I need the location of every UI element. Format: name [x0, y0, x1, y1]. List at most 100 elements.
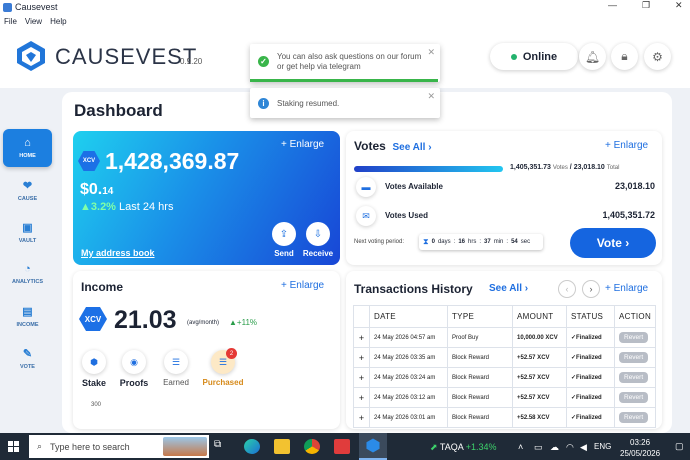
balance-enlarge-button[interactable]: + Enlarge [281, 139, 324, 150]
transactions-table: DATE TYPE AMOUNT STATUS ACTION +24 May 2… [353, 305, 656, 428]
notification-center-icon[interactable]: ▢ [675, 441, 684, 452]
votes-used-value: 1,405,351.72 [602, 210, 655, 220]
revert-button[interactable]: Revert [619, 372, 649, 383]
change-pct: 3.2% [90, 201, 116, 213]
lock-button[interactable]: 🔒︎ [611, 43, 638, 70]
network-icon[interactable]: ▭ [534, 442, 543, 453]
sidebar-item-cause[interactable]: ❤ CAUSE [3, 171, 52, 209]
transactions-see-all-link[interactable]: See All › [489, 283, 528, 294]
sidebar-item-home[interactable]: ⌂ HOME [3, 129, 52, 167]
revert-button[interactable]: Revert [619, 392, 649, 403]
status-label: Finalized [576, 395, 602, 401]
votes-used-label: Votes Used [385, 211, 428, 220]
wifi-icon[interactable]: ◠ [566, 442, 574, 453]
chevron-right-icon: › [428, 142, 432, 153]
total-word: Total [606, 165, 620, 171]
taskbar-search-input[interactable]: ⌕ Type here to search [29, 435, 209, 458]
cell-amount: +52.57 XCV [512, 347, 567, 368]
ticker-change: +1.34% [465, 442, 497, 452]
lock-icon: 🔒︎ [621, 49, 628, 63]
next-page-button[interactable]: › [582, 280, 600, 298]
settings-button[interactable]: ⚙ [644, 43, 671, 70]
status-label: Finalized [576, 375, 602, 381]
votes-value: 1,405,351.73 [510, 164, 551, 171]
expand-row-button[interactable]: + [353, 327, 370, 348]
vote-button[interactable]: Vote › [570, 228, 656, 258]
table-row: +24 May 2026 03:01 am Block Reward +52.58 … [353, 407, 656, 428]
volume-icon[interactable]: ◀ [580, 442, 587, 453]
expand-row-button[interactable]: + [353, 407, 370, 428]
cell-date: 24 May 2026 03:24 am [369, 367, 448, 388]
status-label: Finalized [576, 335, 602, 341]
language-indicator[interactable]: ENG [594, 442, 611, 451]
cloud-icon[interactable]: ☁ [550, 442, 559, 453]
usd-main: $0. [80, 181, 103, 198]
sec-unit: sec [520, 239, 531, 245]
sidebar-item-vote[interactable]: ✎ VOTE [3, 339, 52, 377]
address-book-link[interactable]: My address book [81, 248, 155, 258]
countdown-days: 0 [431, 239, 435, 245]
prev-page-button[interactable]: ‹ [558, 280, 576, 298]
receive-button[interactable]: ⇩ Receive [300, 222, 336, 258]
taskbar-causevest-app[interactable] [359, 433, 387, 460]
see-all-label: See All [392, 142, 426, 153]
page-title: Dashboard [74, 101, 163, 120]
windows-start-icon[interactable] [8, 441, 19, 452]
close-window-button[interactable]: ✕ [675, 0, 683, 11]
file-explorer-icon[interactable] [274, 439, 290, 454]
stock-ticker[interactable]: ⬈ TAQA +1.34% [430, 442, 497, 453]
revert-button[interactable]: Revert [619, 412, 649, 423]
send-button[interactable]: ⇪ Send [266, 222, 302, 258]
votes-see-all-link[interactable]: See All › [392, 142, 431, 153]
sidebar-item-label: CAUSE [17, 195, 38, 202]
menu-file[interactable]: File [4, 17, 17, 26]
close-toast-button[interactable]: ✕ [427, 47, 435, 58]
expand-col-header [353, 305, 370, 328]
causevest-logo [17, 41, 45, 71]
purchased-badge: 2 [226, 348, 237, 359]
sidebar-item-vault[interactable]: ▣ VAULT [3, 213, 52, 251]
countdown-sec: 54 [511, 239, 518, 245]
tab-purchased[interactable]: ☰ Purchased [198, 350, 248, 387]
menu-help[interactable]: Help [50, 17, 66, 26]
hrs-unit: hrs [468, 239, 477, 245]
task-view-icon[interactable]: ⧉ [214, 439, 230, 454]
income-enlarge-button[interactable]: + Enlarge [281, 280, 324, 291]
menu-view[interactable]: View [25, 17, 42, 26]
online-status-button[interactable]: Online [490, 43, 578, 70]
maximize-button[interactable]: ❐ [642, 0, 650, 11]
votes-word: Votes [552, 165, 568, 171]
income-pct: ▲+11% [229, 318, 257, 327]
col-amount: AMOUNT [512, 305, 567, 328]
expand-row-button[interactable]: + [353, 367, 370, 388]
revert-button[interactable]: Revert [619, 332, 649, 343]
tab-earned[interactable]: ☰ Earned [151, 350, 201, 387]
revert-button[interactable]: Revert [619, 352, 649, 363]
tab-earned-label: Earned [163, 378, 189, 387]
votes-enlarge-button[interactable]: + Enlarge [605, 140, 648, 151]
votes-progress-bar [354, 166, 503, 172]
edge-browser-icon[interactable] [244, 439, 260, 454]
expand-row-button[interactable]: + [353, 387, 370, 408]
close-toast-button[interactable]: ✕ [427, 91, 435, 102]
expand-row-button[interactable]: + [353, 347, 370, 368]
transactions-enlarge-button[interactable]: + Enlarge [605, 283, 648, 294]
balance-change: ▲3.2% Last 24 hrs [80, 201, 173, 213]
chart-up-icon: ⬈ [430, 442, 438, 452]
cell-status: ✓Finalized [566, 327, 615, 348]
notifications-button[interactable]: 🔔︎ [579, 43, 606, 70]
change-period: Last 24 hrs [119, 201, 174, 213]
sidebar-item-income[interactable]: ▤ INCOME [3, 297, 52, 335]
cell-date: 24 May 2026 03:12 am [369, 387, 448, 408]
income-unit: (avg/month) [187, 320, 220, 326]
sidebar-item-analytics[interactable]: ◔ ANALYTICS [3, 255, 52, 293]
chrome-browser-icon[interactable] [304, 439, 320, 454]
search-highlight-image [163, 437, 207, 456]
cell-action: Revert [614, 407, 656, 428]
cause-icon: ❤ [22, 179, 33, 192]
app-red-icon[interactable] [334, 439, 350, 454]
taskbar-clock[interactable]: 03:26 25/05/2026 [620, 437, 660, 459]
countdown-hrs: 16 [458, 239, 466, 245]
minimize-button[interactable]: — [608, 0, 617, 10]
chevron-up-icon[interactable]: ˄ [518, 442, 523, 452]
